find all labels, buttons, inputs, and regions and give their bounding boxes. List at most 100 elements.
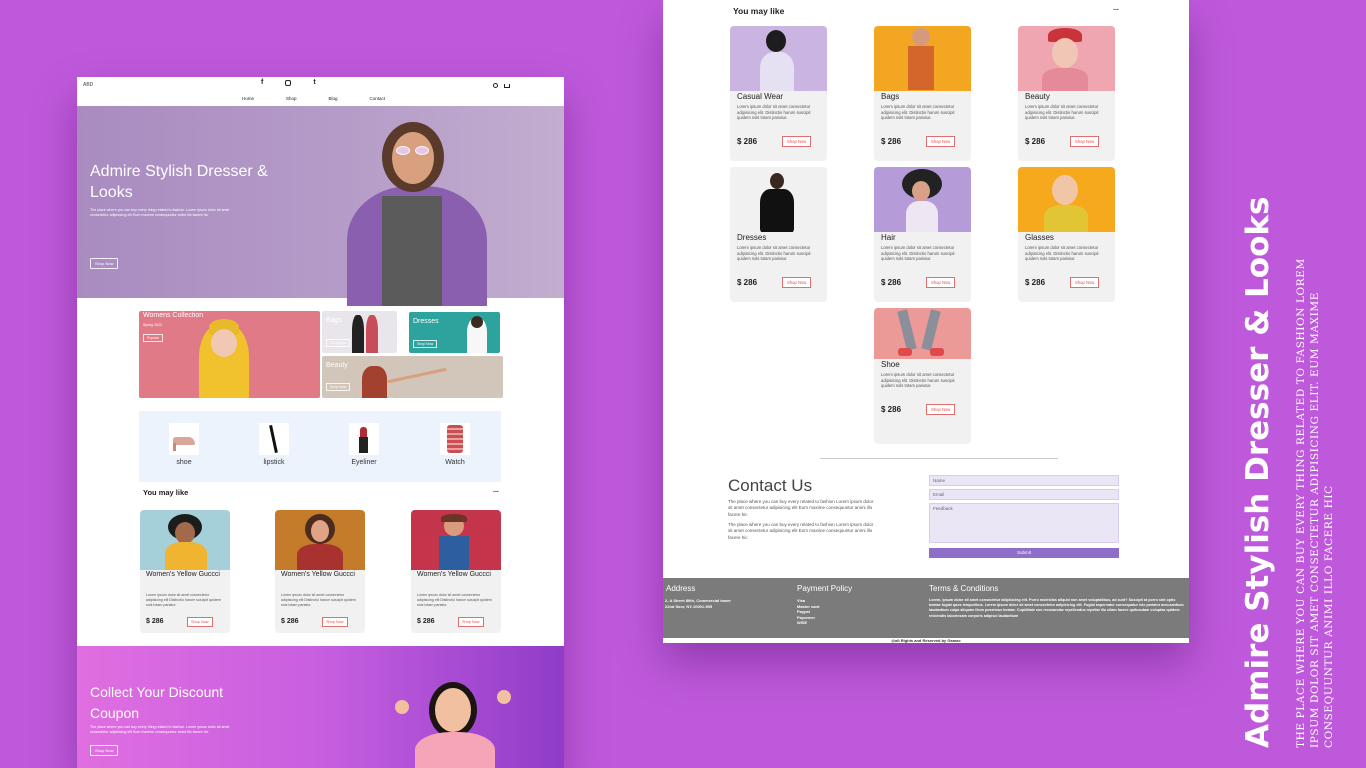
shop-now-button[interactable]: Shop Now [187, 617, 213, 627]
hero-subtitle: The place where you can buy every thing … [90, 208, 230, 218]
product-name: Hair [881, 233, 896, 242]
product-name: Casual Wear [737, 92, 784, 101]
categories-strip: shoe lipstick Eyeliner Watch [139, 411, 501, 482]
hero-model-image [327, 116, 497, 306]
email-field[interactable]: Email [929, 489, 1119, 500]
hero-title: Admire Stylish Dresser & Looks [90, 163, 268, 201]
product-card: Women's Yellow Guccci Lorem ipsum dolor … [140, 510, 230, 633]
contact-text-1: The place where you can buy every relate… [728, 499, 874, 517]
promo-title: Collect Your Discount Coupon [90, 684, 224, 721]
bags-label: Bags [326, 317, 342, 324]
popular-button[interactable]: Popular [143, 334, 164, 342]
shop-page-mockup: You may like ... Casual Wear Lorem ipsum … [663, 0, 1189, 643]
promo-shop-now-button[interactable]: Shop Now [90, 745, 119, 756]
product-price: $ 286 [1025, 278, 1046, 287]
shop-now-button[interactable]: Shop Now [322, 617, 348, 627]
nav-item-blog[interactable]: Blog [329, 96, 338, 101]
top-nav: ABD f t Home Shop Blog Contact [77, 77, 564, 106]
product-description: Lorem ipsum dolor sit amet consectetur a… [146, 593, 221, 607]
shop-now-button[interactable]: Shop Now [782, 136, 812, 147]
product-card: Bags Lorem ipsum dolor sit amet consectet… [874, 26, 971, 161]
nav-item-shop[interactable]: Shop [286, 96, 297, 101]
beauty-tile[interactable]: Beauty Shop Now [322, 356, 503, 398]
shop-now-button[interactable]: Shop Now [926, 404, 956, 415]
cart-icon[interactable] [504, 84, 510, 88]
category-watch[interactable]: Watch [435, 423, 475, 466]
more-dots[interactable]: ... [1113, 5, 1119, 12]
product-price: $ 286 [1025, 137, 1046, 146]
you-may-like-title: You may like [143, 488, 189, 497]
discount-coupon-banner: Collect Your Discount Coupon The place w… [77, 646, 564, 768]
contact-title: Contact Us [728, 476, 813, 495]
shop-now-button[interactable]: Shop Now [1070, 277, 1100, 288]
facebook-icon[interactable]: f [261, 79, 263, 86]
product-price: $ 286 [737, 278, 758, 287]
bags-shop-now-button[interactable]: Shop Now [326, 339, 351, 347]
eyeliner-icon [349, 423, 379, 455]
product-price: $ 286 [281, 618, 299, 625]
product-description: Lorem ipsum dolor sit amet consectetur a… [737, 245, 811, 262]
nav-item-home[interactable]: Home [242, 96, 254, 101]
feedback-field[interactable]: Feedback [929, 503, 1119, 543]
shoe-icon [169, 423, 199, 455]
womens-collection-tile[interactable]: Womens Collection Spring 2023 Popular [139, 311, 320, 398]
footer-terms-title: Terms & Conditions [929, 584, 999, 593]
beauty-shop-now-button[interactable]: Shop Now [326, 383, 351, 391]
product-card: Beauty Lorem ipsum dolor sit amet consect… [1018, 26, 1115, 161]
product-price: $ 286 [737, 137, 758, 146]
hero-shop-now-button[interactable]: Shop Now [90, 258, 119, 269]
product-name: Shoe [881, 360, 900, 369]
shop-now-button[interactable]: Shop Now [458, 617, 484, 627]
collections-grid: Womens Collection Spring 2023 Popular Ba… [139, 311, 503, 399]
product-card: Women's Yellow Guccci Lorem ipsum dolor … [275, 510, 365, 633]
logo[interactable]: ABD [83, 82, 93, 88]
name-field[interactable]: Name [929, 475, 1119, 486]
product-name: Bags [881, 92, 900, 101]
product-description: Lorem ipsum dolor sit amet consectetur a… [881, 372, 955, 389]
tumblr-icon[interactable]: t [313, 79, 315, 86]
product-image [275, 510, 365, 570]
category-shoe[interactable]: shoe [164, 423, 204, 466]
product-card: Women's Yellow Guccci Lorem ipsum dolor … [411, 510, 501, 633]
nav-item-contact[interactable]: Contact [370, 96, 386, 101]
product-description: Lorem ipsum dolor sit amet consectetur a… [881, 104, 955, 121]
product-image [411, 510, 501, 570]
womens-collection-sub: Spring 2023 [143, 323, 162, 327]
product-name: Women's Yellow Guccci [417, 571, 491, 578]
product-card: Dresses Lorem ipsum dolor sit amet consec… [730, 167, 827, 302]
product-image [874, 167, 971, 232]
product-price: $ 286 [881, 405, 902, 414]
product-name: Beauty [1025, 92, 1050, 101]
submit-button[interactable]: Submit [929, 548, 1119, 558]
dresses-shop-now-button[interactable]: Shop Now [413, 340, 438, 348]
beauty-label: Beauty [326, 362, 348, 369]
social-links: f t [261, 79, 316, 86]
search-icon[interactable] [493, 83, 498, 88]
shop-now-button[interactable]: Shop Now [926, 136, 956, 147]
dresses-label: Dresses [413, 318, 439, 325]
dresses-tile[interactable]: Dresses Shop Now [409, 312, 500, 353]
shop-now-button[interactable]: Shop Now [782, 277, 812, 288]
promo-subtitle: The place where you can buy every thing … [90, 725, 230, 735]
more-dots[interactable]: ... [493, 487, 499, 494]
product-image [140, 510, 230, 570]
product-price: $ 286 [417, 618, 435, 625]
product-description: Lorem ipsum dolor sit amet consectetur a… [737, 104, 811, 121]
payment-wise[interactable]: WISE [797, 620, 857, 626]
shop-now-button[interactable]: Shop Now [1070, 136, 1100, 147]
product-card: Casual Wear Lorem ipsum dolor sit amet co… [730, 26, 827, 161]
copyright: @all Rights and Reserved by Gamac [891, 638, 961, 643]
product-description: Lorem ipsum dolor sit amet consectetur a… [881, 245, 955, 262]
category-eyeliner[interactable]: Eyeliner [344, 423, 384, 466]
category-lipstick[interactable]: lipstick [254, 423, 294, 466]
bags-tile[interactable]: Bags Shop Now [322, 311, 397, 353]
product-image [730, 167, 827, 232]
product-card: Shoe Lorem ipsum dolor sit amet consectet… [874, 308, 971, 444]
product-image [1018, 167, 1115, 232]
product-description: Lorem ipsum dolor sit amet consectetur a… [1025, 245, 1099, 262]
shop-now-button[interactable]: Shop Now [926, 277, 956, 288]
product-image [874, 308, 971, 359]
product-image [1018, 26, 1115, 91]
product-price: $ 286 [881, 278, 902, 287]
instagram-icon[interactable] [285, 80, 292, 86]
